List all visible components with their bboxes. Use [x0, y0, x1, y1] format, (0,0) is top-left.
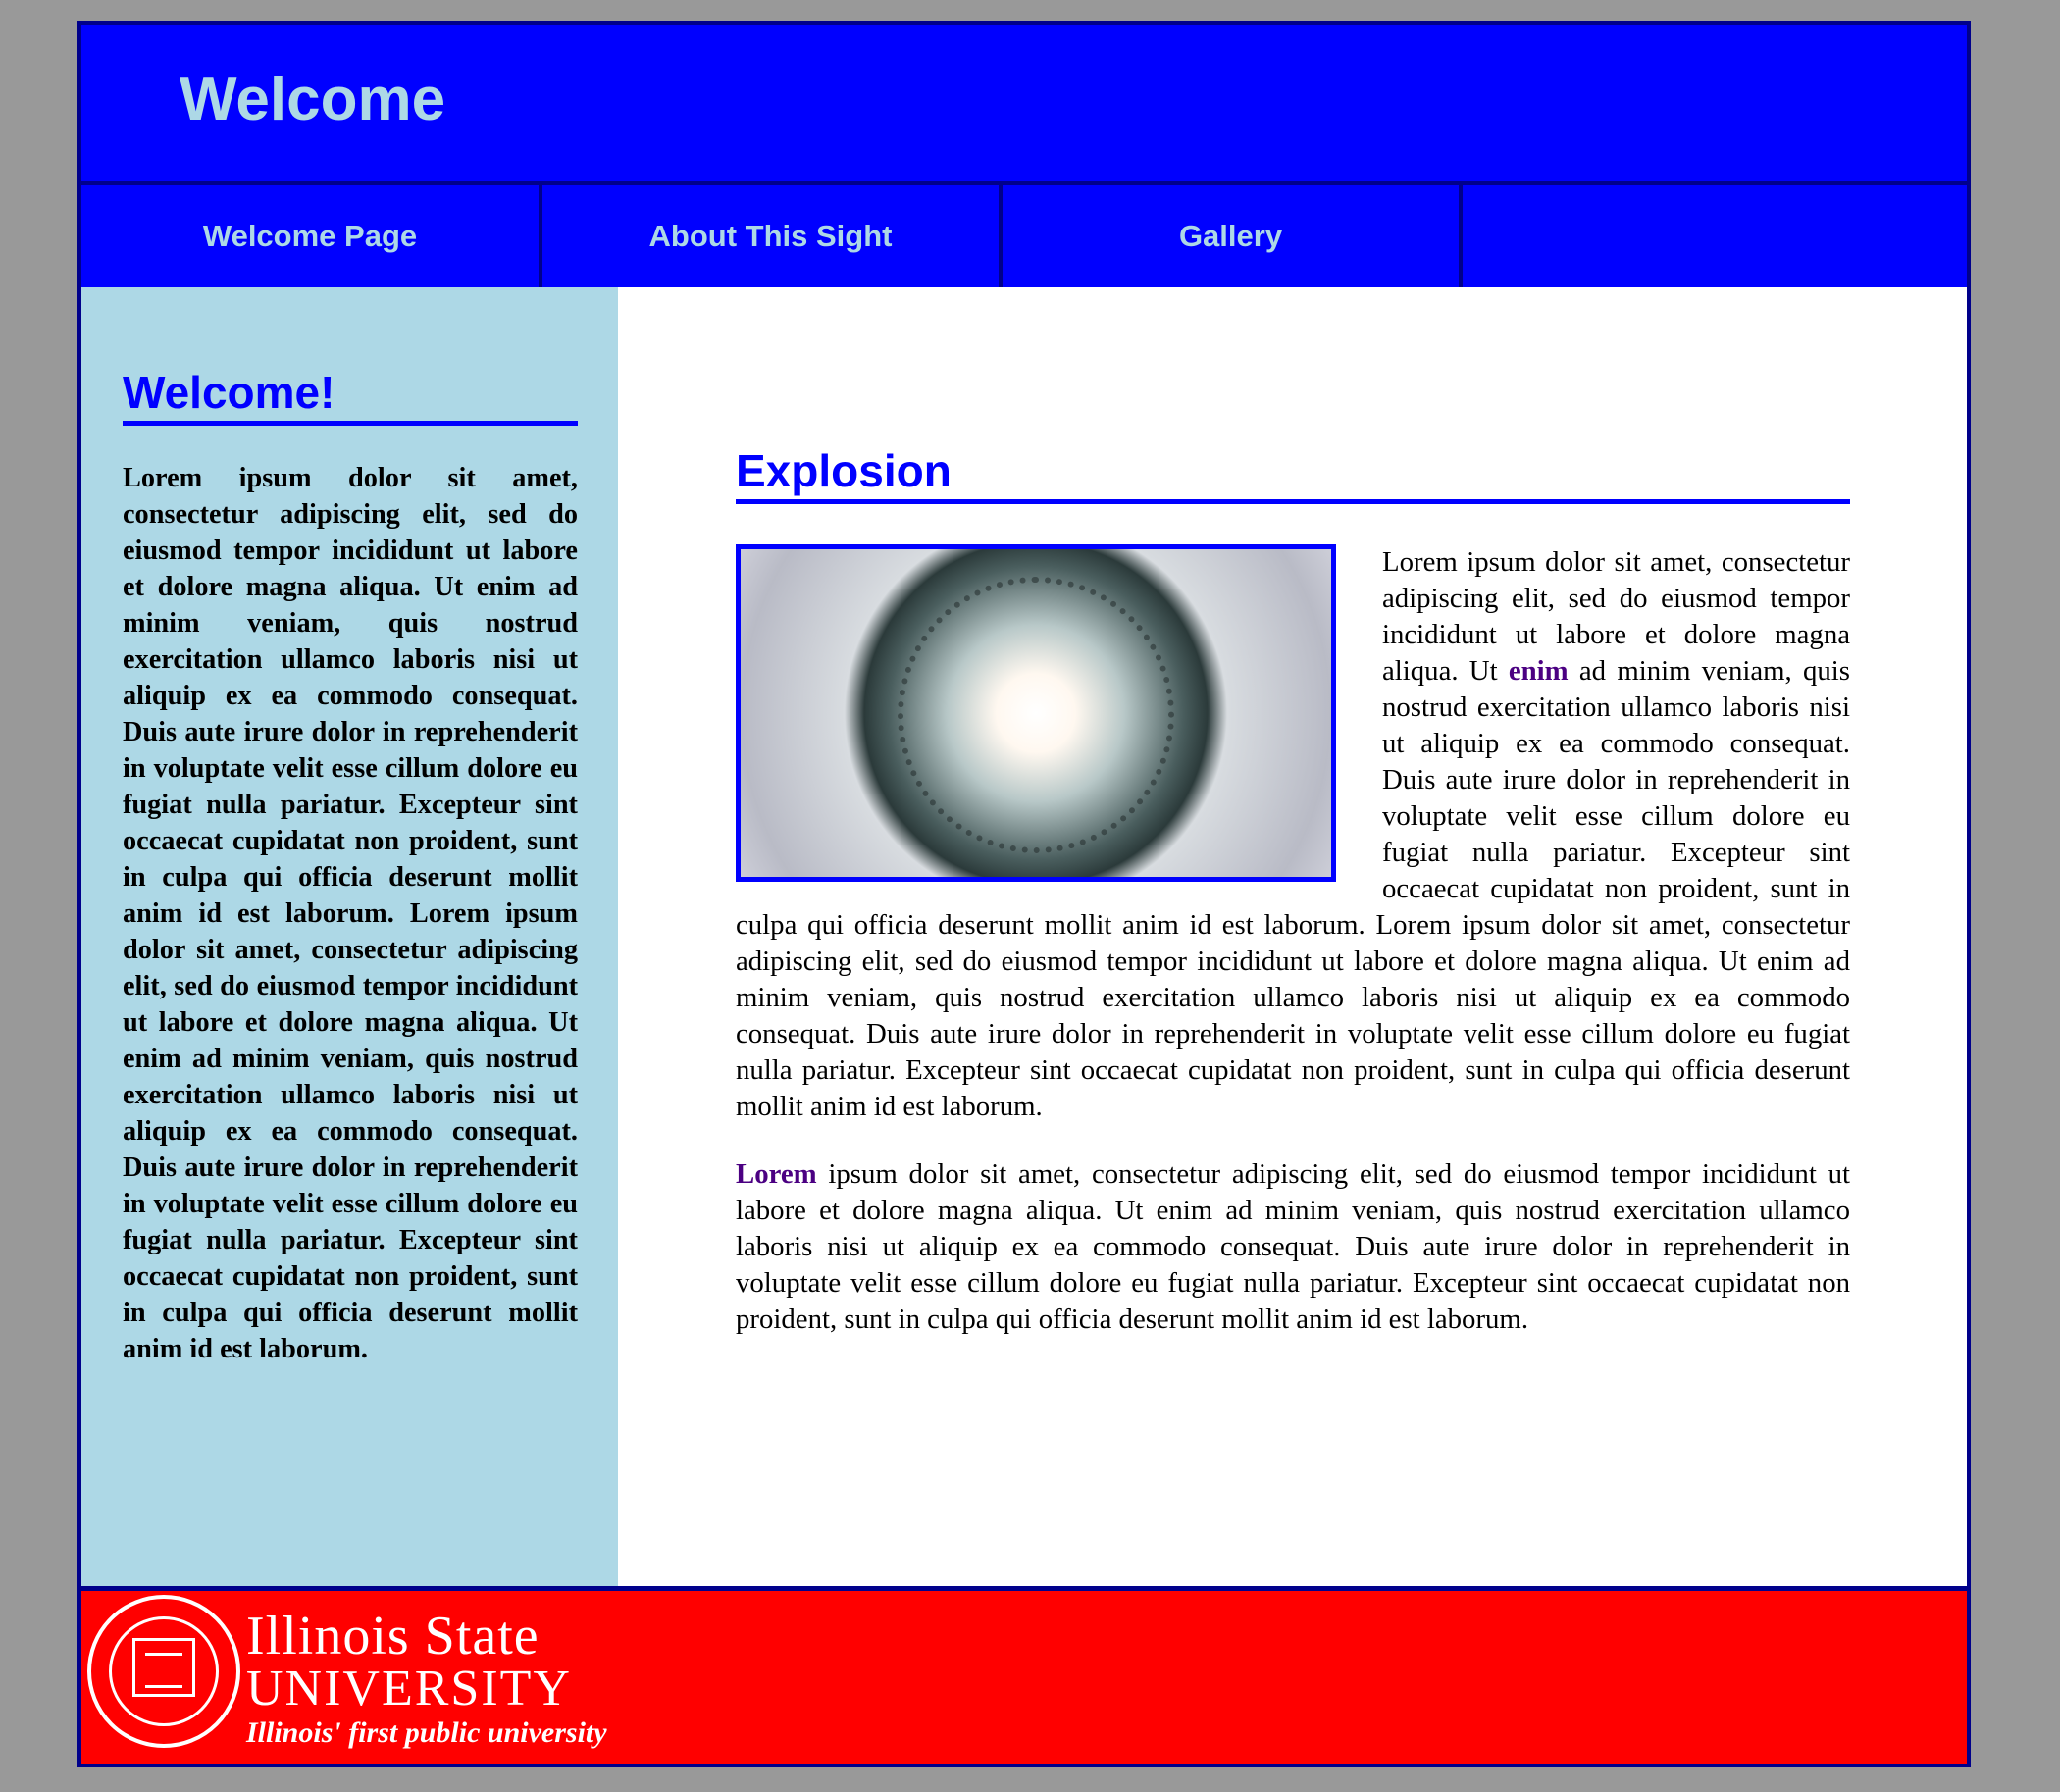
nav-item-gallery[interactable]: Gallery — [1003, 185, 1463, 287]
site-footer: Illinois State UNIVERSITY Illinois' firs… — [81, 1586, 1967, 1764]
highlight-link-enim[interactable]: enim — [1509, 655, 1569, 687]
article-heading: Explosion — [736, 444, 1850, 504]
highlight-link-lorem[interactable]: Lorem — [736, 1158, 817, 1190]
paragraph-2-end: ipsum dolor sit amet, consectetur adipis… — [736, 1158, 1850, 1335]
sidebar: Welcome! Lorem ipsum dolor sit amet, con… — [81, 287, 618, 1586]
explosion-image — [736, 544, 1336, 882]
logo-wordmark-line1: Illinois State — [246, 1606, 540, 1666]
main-content: Explosion Lorem ipsum dolor sit amet, co… — [618, 287, 1967, 1586]
site-header: Welcome — [81, 25, 1967, 185]
page-container: Welcome Welcome Page About This Sight Ga… — [77, 21, 1971, 1767]
university-seal-icon — [87, 1595, 240, 1748]
seal-book-icon — [132, 1638, 195, 1697]
nav-item-about-this-sight[interactable]: About This Sight — [542, 185, 1003, 287]
sidebar-text: Lorem ipsum dolor sit amet, consectetur … — [123, 463, 578, 1364]
main-nav: Welcome Page About This Sight Gallery — [81, 185, 1967, 287]
sidebar-heading: Welcome! — [123, 366, 578, 426]
logo-wordmark-line2: UNIVERSITY — [246, 1661, 572, 1716]
article-body: Lorem ipsum dolor sit amet, consectetur … — [736, 544, 1850, 1369]
article-paragraph-1: Lorem ipsum dolor sit amet, consectetur … — [736, 544, 1850, 1125]
logo-tagline: Illinois' first public university — [246, 1716, 607, 1749]
article-paragraph-2: Lorem ipsum dolor sit amet, consectetur … — [736, 1156, 1850, 1338]
nav-item-welcome-page[interactable]: Welcome Page — [81, 185, 542, 287]
explosion-ring — [898, 577, 1174, 853]
site-title: Welcome — [180, 66, 446, 133]
